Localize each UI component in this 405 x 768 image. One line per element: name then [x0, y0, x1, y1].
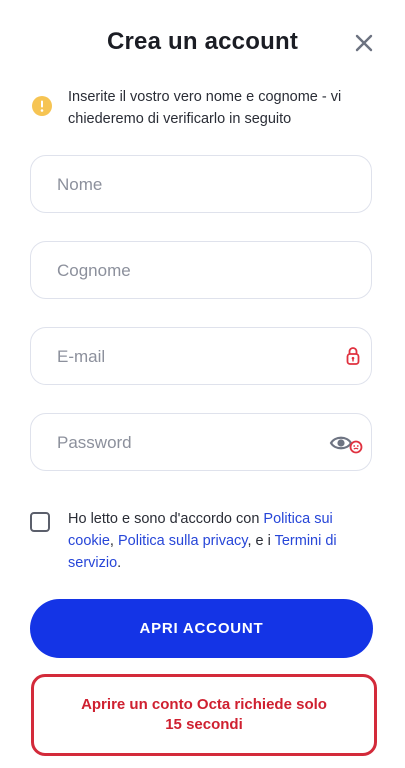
info-icon [32, 96, 52, 116]
notice-text: Inserite il vostro vero nome e cognome -… [68, 89, 342, 127]
eye-icon[interactable] [329, 432, 365, 456]
consent-separator: , e i [247, 533, 275, 549]
lock-icon [346, 347, 360, 365]
consent-separator: , [109, 533, 118, 549]
password-input[interactable] [55, 414, 319, 472]
email-field[interactable] [30, 327, 372, 386]
promo-banner: Aprire un conto Octa richiede solo 15 se… [31, 674, 377, 756]
open-account-button[interactable]: APRI ACCOUNT [30, 599, 373, 658]
terms-checkbox[interactable] [30, 512, 50, 532]
promo-line: 15 secondi [165, 716, 243, 733]
last-name-field[interactable] [30, 241, 372, 300]
email-input[interactable] [55, 328, 319, 386]
consent-text: Ho letto e sono d'accordo con Politica s… [68, 508, 380, 574]
first-name-input[interactable] [55, 156, 319, 214]
consent-prefix: Ho letto e sono d'accordo con [68, 511, 264, 527]
consent-suffix: . [117, 555, 122, 571]
close-icon[interactable] [351, 30, 377, 56]
first-name-field[interactable] [30, 155, 372, 214]
password-field[interactable] [30, 413, 372, 472]
promo-line: Aprire un conto Octa richiede solo [81, 696, 327, 713]
last-name-input[interactable] [55, 242, 319, 300]
header: Crea un account [0, 26, 405, 66]
privacy-policy-link[interactable]: Politica sulla privacy [118, 533, 247, 549]
page-title: Crea un account [106, 28, 299, 55]
